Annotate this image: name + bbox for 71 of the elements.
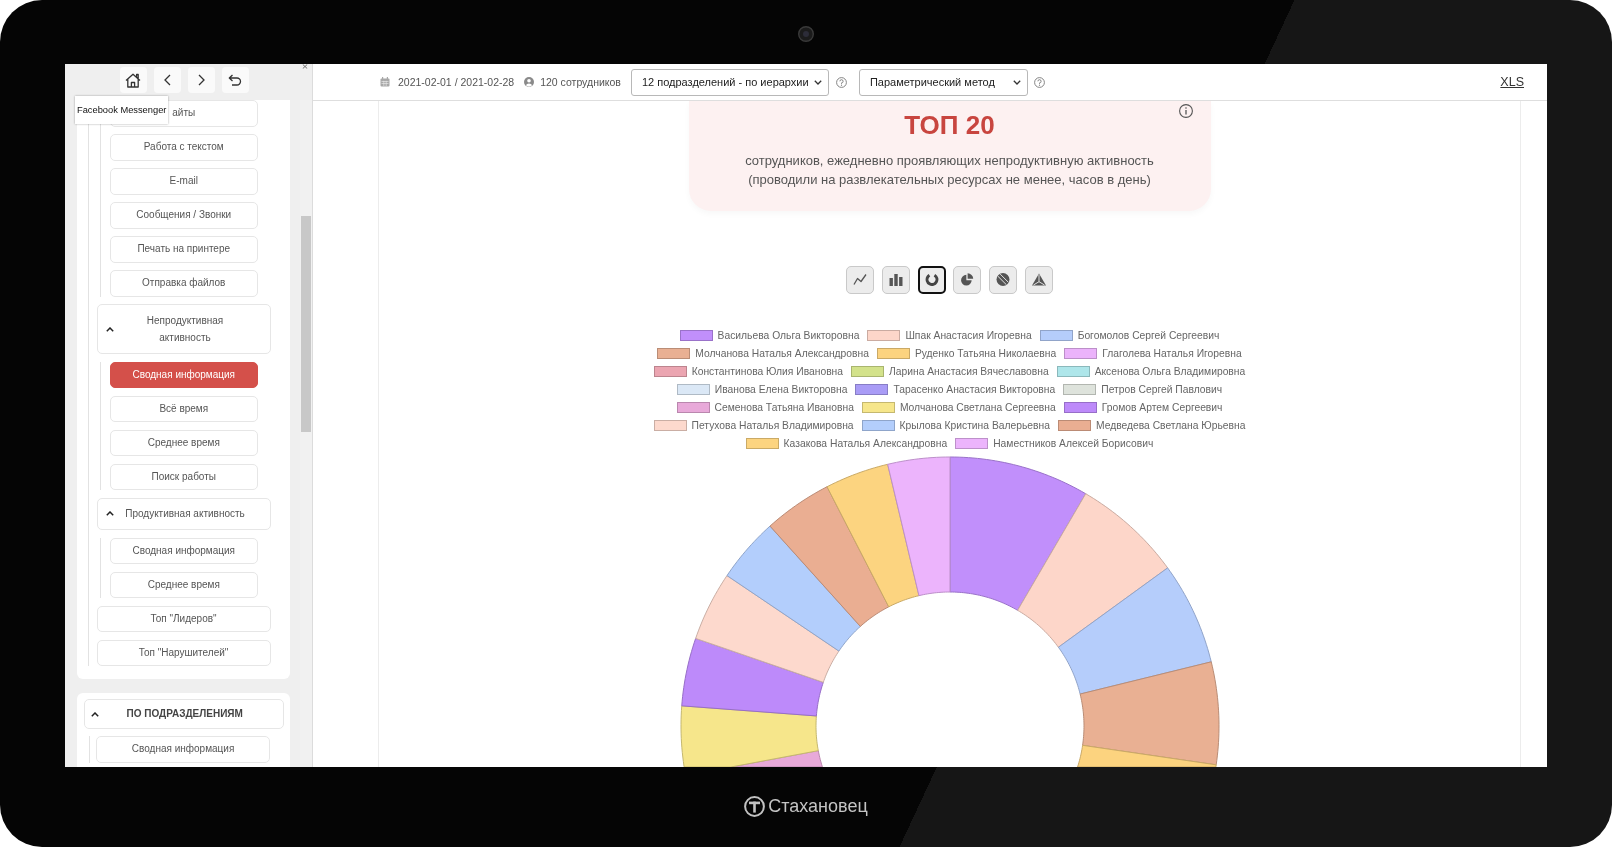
date-range-text: 2021-02-01 / 2021-02-28 xyxy=(398,76,515,88)
legend-label: Ларина Анастасия Вячеславовна xyxy=(889,365,1049,379)
menu-group-header[interactable]: Непродуктивная активность xyxy=(96,304,271,354)
home-icon xyxy=(125,72,141,88)
menu-item[interactable]: Работа с текстом xyxy=(110,134,258,161)
legend-label: Руденко Татьяна Николаевна xyxy=(914,347,1057,361)
bar-chart-icon xyxy=(888,273,903,287)
department-select[interactable]: 12 подразделений - по иерархии xyxy=(630,68,829,96)
polar-chart-icon xyxy=(996,273,1011,287)
report-subtitle: сотрудников, ежедневно проявляющих непродуктивную активность xyxy=(745,151,1154,170)
legend-label: Васильева Ольга Викторовна xyxy=(717,329,860,343)
legend-label: Медведева Светлана Юрьевна xyxy=(1095,418,1246,432)
logo-icon xyxy=(744,796,766,817)
home-button[interactable] xyxy=(119,67,147,93)
caret-down-icon xyxy=(813,79,822,85)
help-icon xyxy=(1033,76,1045,88)
menu-group-header[interactable]: ПО ПОДРАЗДЕЛЕНИЯМ xyxy=(83,699,284,729)
menu-item[interactable]: Сводная информация xyxy=(110,537,258,564)
legend-label: Петухова Наталья Владимировна xyxy=(691,418,854,432)
legend-label: Крылова Кристина Валерьевна xyxy=(899,418,1050,432)
legend-label: Глаголева Наталья Игоревна xyxy=(1102,347,1242,361)
menu-item[interactable]: Топ "Лидеров" xyxy=(96,605,271,632)
legend-label: Аксенова Ольга Владимировна xyxy=(1094,365,1246,379)
tooltip: Facebook Messenger xyxy=(75,96,169,124)
undo-icon xyxy=(228,74,242,86)
chevron-left-icon xyxy=(163,74,171,86)
menu-item[interactable]: Топ "Нарушителей" xyxy=(96,639,271,666)
legend-label: Наместников Алексей Борисович xyxy=(993,436,1154,450)
calendar-icon xyxy=(380,77,390,87)
method-select[interactable]: Параметрический метод xyxy=(858,68,1028,96)
menu-item[interactable]: Поиск работы xyxy=(110,463,258,490)
user-icon xyxy=(524,77,535,87)
legend-label: Шпак Анастасия Игоревна xyxy=(905,329,1032,343)
legend-label: Петров Сергей Павлович xyxy=(1101,383,1223,397)
menu-item[interactable]: Сообщения / Звонки xyxy=(110,202,258,229)
camera-lens-icon xyxy=(798,26,814,42)
chevron-right-icon xyxy=(197,74,205,86)
menu-item[interactable]: Среднее время xyxy=(110,429,258,456)
caret-down-icon xyxy=(1012,79,1021,85)
legend-label: Константинова Юлия Ивановна xyxy=(691,365,843,379)
legend-label: Молчанова Светлана Сергеевна xyxy=(899,401,1056,414)
menu-item[interactable]: Печать на принтере xyxy=(110,236,258,263)
employee-count-text: 120 сотрудников xyxy=(540,76,621,88)
menu-item[interactable]: Сводная информация xyxy=(96,736,270,763)
legend-label: Молчанова Наталья Александровна xyxy=(695,347,869,361)
undo-button[interactable] xyxy=(221,67,249,93)
scrollbar-thumb[interactable] xyxy=(301,216,311,432)
legend-label: Казакова Наталья Александровна xyxy=(783,436,948,450)
help-icon xyxy=(835,76,847,88)
info-icon xyxy=(1178,104,1193,118)
menu-group-header[interactable]: Продуктивная активность xyxy=(96,497,271,530)
report-note: (проводили на развлекательных ресурсах не менее, часов в день) xyxy=(748,170,1151,189)
legend-label: Семенова Татьяна Ивановна xyxy=(714,401,854,414)
brand-name: Стахановец xyxy=(768,796,868,817)
donut-chart-icon xyxy=(924,273,939,287)
menu-item[interactable]: Сводная информация xyxy=(110,361,258,388)
menu-item[interactable]: E-mail xyxy=(110,168,258,195)
chart-type-button[interactable] xyxy=(917,265,946,294)
close-icon[interactable] xyxy=(302,64,308,69)
line-chart-icon xyxy=(853,273,868,287)
menu-item[interactable]: Отправка файлов xyxy=(110,270,258,297)
menu-item[interactable]: Среднее время xyxy=(110,571,258,598)
menu-item[interactable]: Всё время xyxy=(110,395,258,422)
legend-label: Иванова Елена Викторовна xyxy=(714,383,848,397)
report-title: ТОП 20 xyxy=(904,110,995,140)
radar-chart-icon xyxy=(1031,273,1046,287)
legend-label: Богомолов Сергей Сергеевич xyxy=(1077,329,1220,343)
legend-label: Тарасенко Анастасия Викторовна xyxy=(893,383,1056,397)
pie-chart-icon xyxy=(960,273,975,287)
xls-link[interactable]: XLS xyxy=(1500,75,1524,89)
legend-label: Громов Артем Сергеевич xyxy=(1101,401,1223,414)
